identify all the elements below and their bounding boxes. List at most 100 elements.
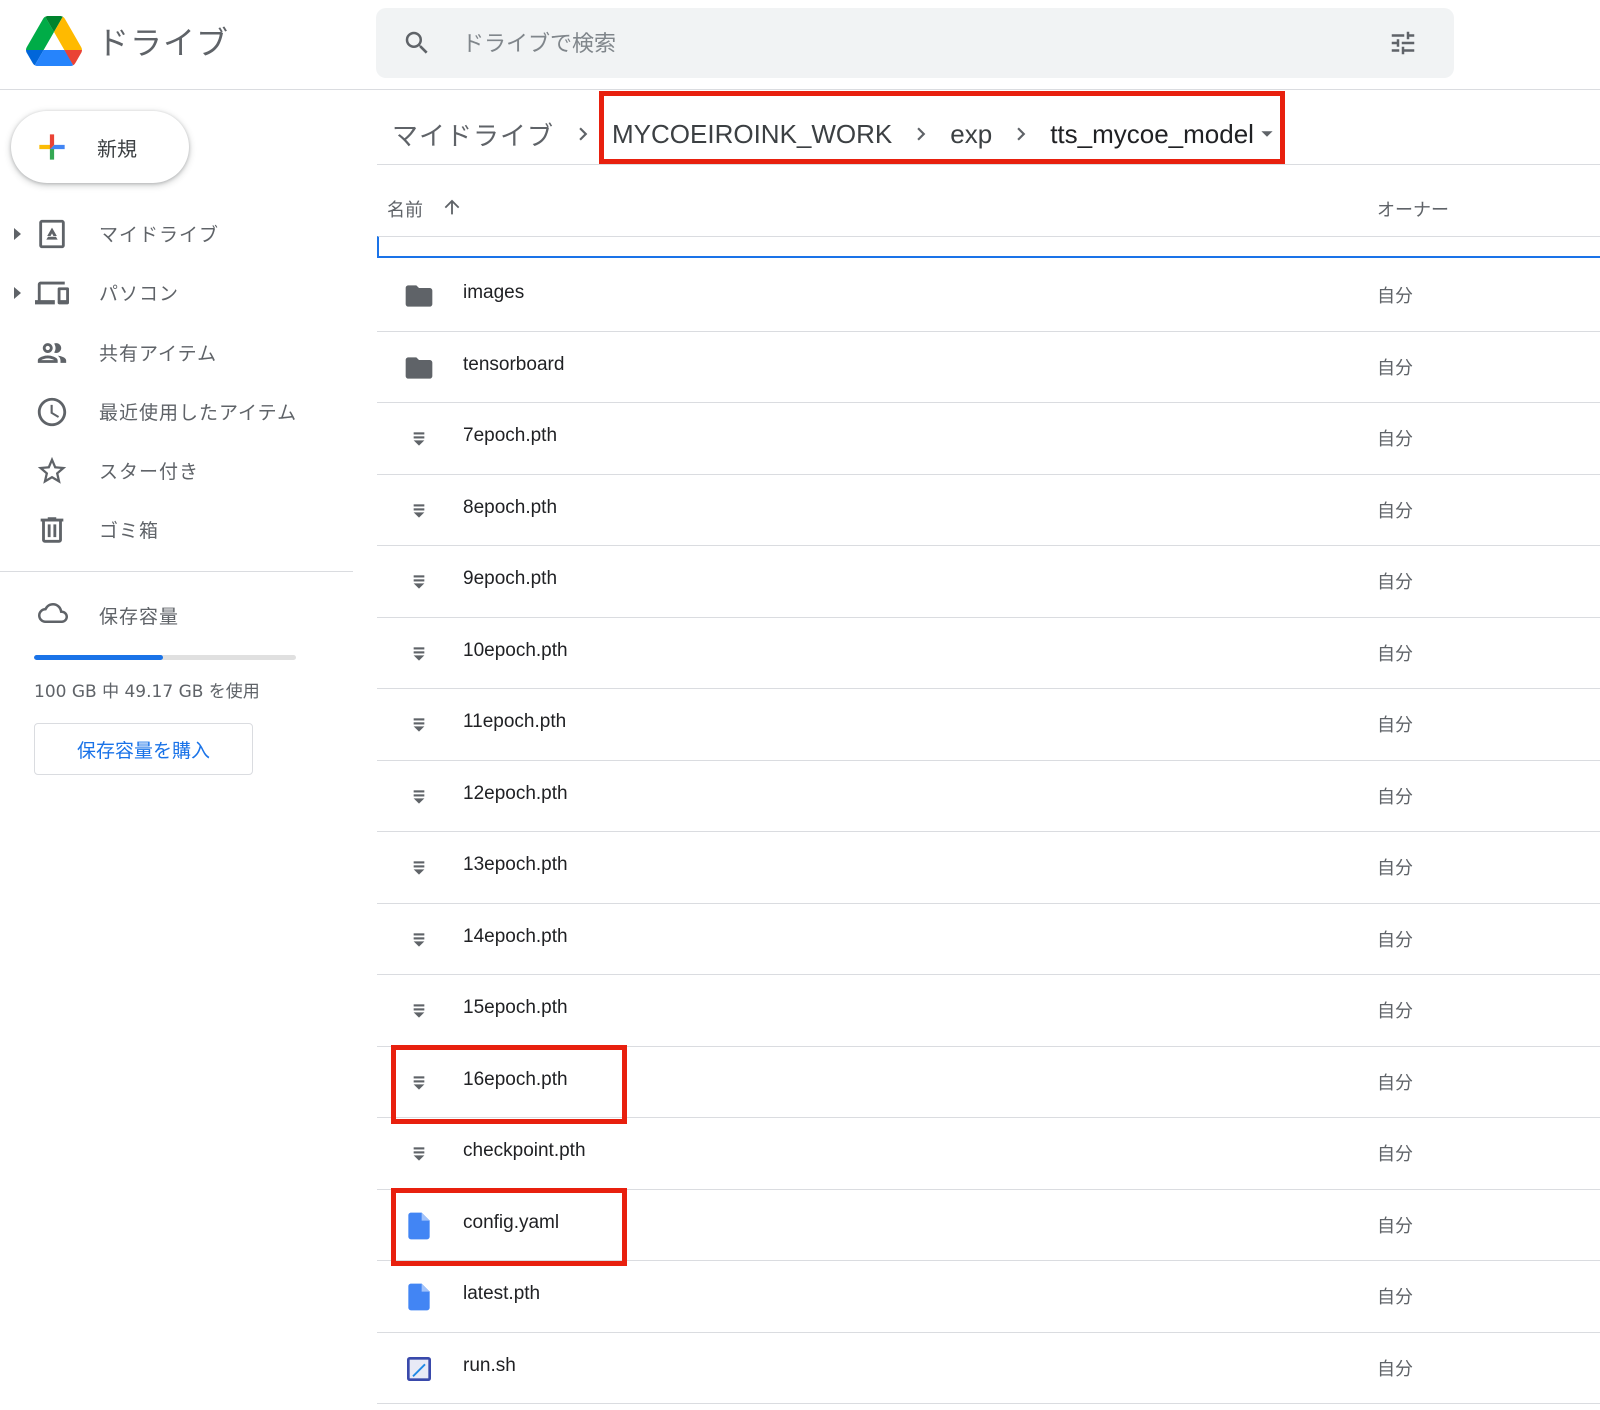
file-owner: 自分 <box>1377 500 1413 522</box>
file-name: 14epoch.pth <box>463 925 568 947</box>
new-button[interactable]: 新規 <box>11 111 189 183</box>
buy-storage-button[interactable]: 保存容量を購入 <box>34 723 253 775</box>
sidebar-item-storage[interactable]: 保存容量 <box>0 594 340 638</box>
caret-down-icon[interactable] <box>1260 127 1274 141</box>
file-owner: 自分 <box>1377 643 1413 665</box>
file-row[interactable]: tensorboard 自分 <box>377 332 1600 403</box>
drive-logo-icon[interactable] <box>26 16 82 66</box>
file-row[interactable]: 13epoch.pth 自分 <box>377 832 1600 904</box>
file-name: 12epoch.pth <box>463 782 568 804</box>
file-list: images 自分 tensorboard 自分 7epoch.pth 自分 8… <box>377 260 1600 1404</box>
shared-icon <box>37 343 67 363</box>
file-owner: 自分 <box>1377 572 1413 593</box>
sidebar-divider <box>0 571 353 572</box>
sidebar-item-label: ゴミ箱 <box>99 520 160 542</box>
sidebar-item-shared[interactable]: 共有アイテム <box>0 324 340 380</box>
file-row[interactable]: 7epoch.pth 自分 <box>377 403 1600 475</box>
column-header-name[interactable]: 名前 <box>387 196 423 222</box>
file-owner: 自分 <box>1377 1215 1413 1237</box>
binary-file-icon <box>403 566 435 598</box>
file-name: 8epoch.pth <box>463 496 558 518</box>
file-name: latest.pth <box>463 1283 541 1304</box>
trash-icon <box>40 517 64 543</box>
sort-arrow-up-icon[interactable] <box>441 195 463 219</box>
sidebar-item-my-drive[interactable]: マイドライブ <box>0 205 340 261</box>
file-row[interactable]: config.yaml 自分 <box>377 1190 1600 1261</box>
binary-file-icon <box>403 995 435 1027</box>
sidebar-item-label: 最近使用したアイテム <box>99 402 298 424</box>
file-owner: 自分 <box>1377 1358 1413 1380</box>
file-row[interactable]: images 自分 <box>377 260 1600 332</box>
storage-usage-text: 100 GB 中 49.17 GB を使用 <box>34 682 260 702</box>
sidebar-item-starred[interactable]: スター付き <box>0 442 340 498</box>
breadcrumb-exp[interactable]: exp <box>950 119 992 150</box>
file-name: 11epoch.pth <box>463 711 567 732</box>
breadcrumb-divider <box>377 164 1600 165</box>
expand-arrow-icon[interactable] <box>12 286 22 300</box>
my-drive-icon <box>39 219 65 249</box>
chevron-right-icon <box>1017 127 1026 141</box>
binary-file-icon <box>403 709 435 741</box>
file-owner: 自分 <box>1377 357 1413 379</box>
file-owner: 自分 <box>1377 858 1413 879</box>
file-name: 10epoch.pth <box>463 639 568 661</box>
file-name: 7epoch.pth <box>463 425 558 446</box>
search-input[interactable] <box>460 20 1344 68</box>
search-options-icon[interactable] <box>1388 28 1418 58</box>
script-file-icon <box>403 1353 435 1385</box>
search-icon[interactable] <box>402 28 432 58</box>
file-name: 15epoch.pth <box>463 997 568 1018</box>
sidebar-item-trash[interactable]: ゴミ箱 <box>0 501 340 557</box>
binary-file-icon <box>403 1138 435 1170</box>
sidebar-item-label: パソコン <box>99 283 180 305</box>
sidebar-item-label: スター付き <box>99 461 200 483</box>
sidebar-item-computers[interactable]: パソコン <box>0 264 340 320</box>
expand-arrow-icon[interactable] <box>12 227 22 241</box>
breadcrumb-my-drive[interactable]: マイドライブ <box>392 116 554 153</box>
file-row[interactable]: 15epoch.pth 自分 <box>377 975 1600 1047</box>
binary-file-icon <box>403 423 435 455</box>
chevron-right-icon <box>917 127 926 141</box>
file-name: 9epoch.pth <box>463 568 558 589</box>
file-row[interactable]: 11epoch.pth 自分 <box>377 689 1600 761</box>
file-row[interactable]: 10epoch.pth 自分 <box>377 618 1600 689</box>
drop-zone-indicator <box>377 236 1600 258</box>
file-owner: 自分 <box>1377 1001 1413 1022</box>
storage-label: 保存容量 <box>99 606 180 628</box>
file-row[interactable]: checkpoint.pth 自分 <box>377 1118 1600 1190</box>
file-name: config.yaml <box>463 1211 560 1233</box>
file-name: images <box>463 282 525 303</box>
document-icon <box>403 1281 435 1313</box>
star-icon <box>37 456 67 484</box>
file-row[interactable]: 12epoch.pth 自分 <box>377 761 1600 832</box>
file-row[interactable]: 16epoch.pth 自分 <box>377 1047 1600 1118</box>
computers-icon <box>35 281 69 305</box>
sidebar-item-label: マイドライブ <box>99 224 220 246</box>
folder-icon <box>403 280 435 312</box>
binary-file-icon <box>403 924 435 956</box>
top-bar: ドライブ <box>0 0 1600 90</box>
file-row[interactable]: 8epoch.pth 自分 <box>377 475 1600 546</box>
list-header: 名前 オーナー <box>377 186 1600 236</box>
file-owner: 自分 <box>1377 1072 1413 1094</box>
breadcrumb-current-folder[interactable]: tts_mycoe_model <box>1050 119 1254 150</box>
binary-file-icon <box>403 495 435 527</box>
breadcrumb-work[interactable]: MYCOEIROINK_WORK <box>612 119 892 150</box>
chevron-right-icon <box>579 127 588 141</box>
binary-file-icon <box>403 1067 435 1099</box>
folder-icon <box>403 352 435 384</box>
breadcrumb: マイドライブ MYCOEIROINK_WORK exp tts_mycoe_mo… <box>392 108 1274 160</box>
file-owner: 自分 <box>1377 1144 1413 1165</box>
file-name: checkpoint.pth <box>463 1140 586 1161</box>
file-row[interactable]: 9epoch.pth 自分 <box>377 546 1600 618</box>
sidebar-item-recent[interactable]: 最近使用したアイテム <box>0 383 340 439</box>
plus-icon <box>39 134 65 160</box>
file-row[interactable]: latest.pth 自分 <box>377 1261 1600 1333</box>
search-bar[interactable] <box>376 8 1454 78</box>
clock-icon <box>37 397 67 427</box>
binary-file-icon <box>403 781 435 813</box>
column-header-owner[interactable]: オーナー <box>1377 196 1449 222</box>
file-row[interactable]: 14epoch.pth 自分 <box>377 904 1600 975</box>
file-row[interactable]: run.sh 自分 <box>377 1333 1600 1404</box>
cloud-icon <box>38 603 68 623</box>
